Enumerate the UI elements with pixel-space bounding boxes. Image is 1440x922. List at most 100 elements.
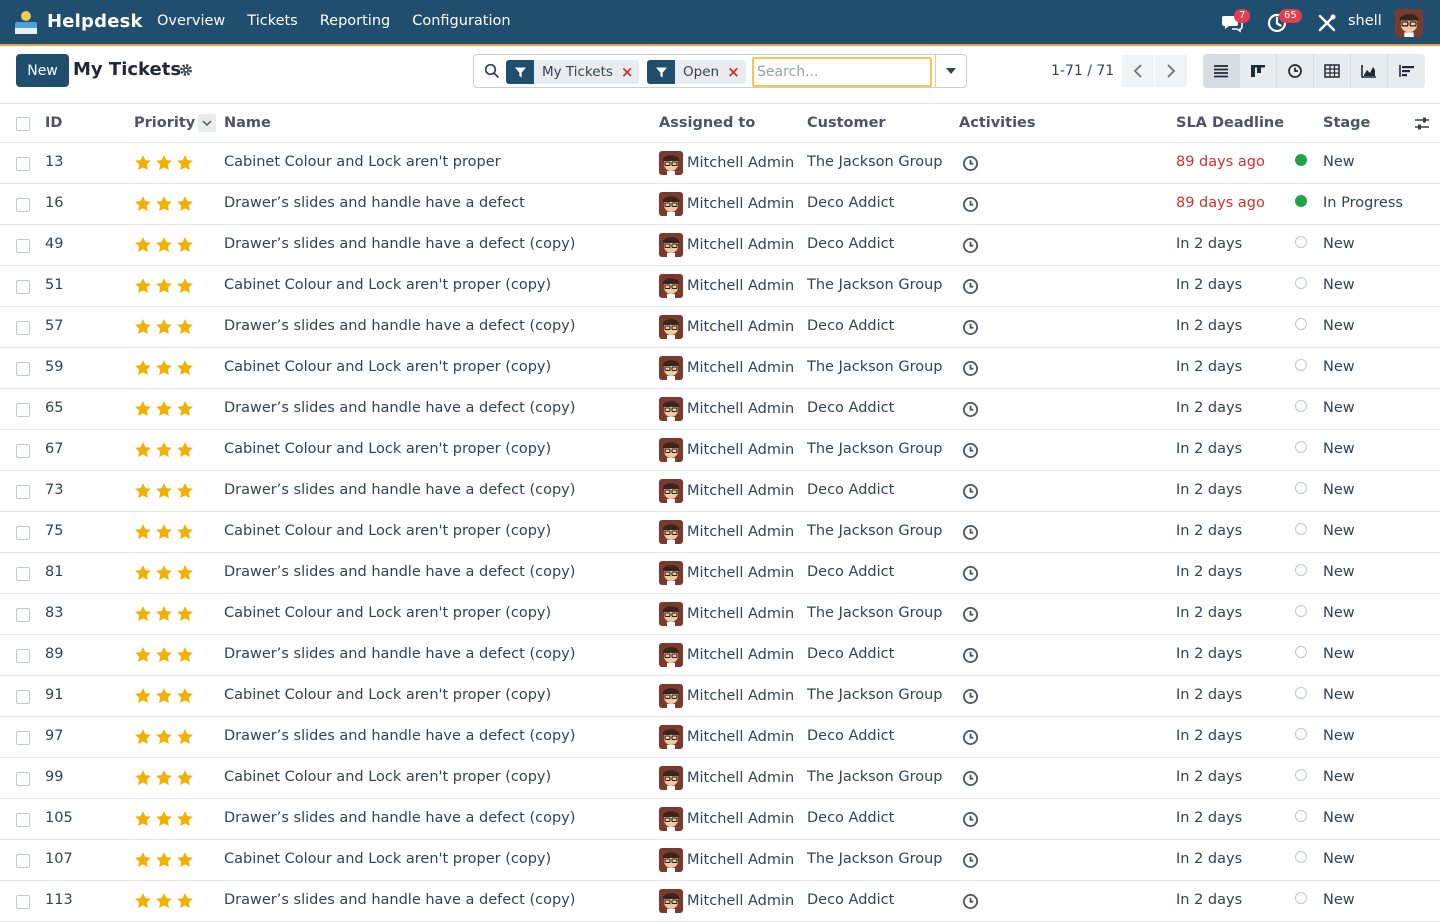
- menu-configuration[interactable]: Configuration: [412, 13, 510, 29]
- kanban-state-indicator[interactable]: [1295, 851, 1307, 863]
- column-name[interactable]: Name: [224, 115, 271, 131]
- row-checkbox[interactable]: [16, 198, 30, 212]
- kanban-state-indicator[interactable]: [1295, 605, 1307, 617]
- row-checkbox[interactable]: [16, 895, 30, 909]
- schedule-activity-clock-icon[interactable]: [962, 278, 979, 295]
- assigned-user[interactable]: Mitchell Admin: [659, 397, 794, 421]
- priority-star-icon[interactable]: [176, 441, 194, 459]
- priority-star-icon[interactable]: [155, 482, 173, 500]
- assigned-user[interactable]: Mitchell Admin: [659, 889, 794, 913]
- pager-value[interactable]: 1-71 / 71: [1051, 63, 1114, 79]
- schedule-activity-clock-icon[interactable]: [962, 524, 979, 541]
- schedule-activity-clock-icon[interactable]: [962, 852, 979, 869]
- assigned-user[interactable]: Mitchell Admin: [659, 807, 794, 831]
- column-priority[interactable]: Priority: [134, 115, 195, 131]
- priority-star-icon[interactable]: [155, 277, 173, 295]
- cohort-view-button[interactable]: [1388, 54, 1425, 88]
- kanban-state-indicator[interactable]: [1295, 564, 1307, 576]
- gear-icon[interactable]: [179, 63, 193, 77]
- priority-star-icon[interactable]: [134, 810, 152, 828]
- priority-star-icon[interactable]: [176, 400, 194, 418]
- table-row[interactable]: 59 Cabinet Colour and Lock aren't proper …: [0, 348, 1440, 389]
- helpdesk-app-icon[interactable]: [12, 9, 40, 37]
- table-row[interactable]: 67 Cabinet Colour and Lock aren't proper …: [0, 430, 1440, 471]
- search-icon[interactable]: [484, 63, 500, 79]
- schedule-activity-clock-icon[interactable]: [962, 606, 979, 623]
- table-row[interactable]: 97 Drawer’s slides and handle have a defe…: [0, 717, 1440, 758]
- kanban-state-indicator[interactable]: [1295, 646, 1307, 658]
- row-checkbox[interactable]: [16, 157, 30, 171]
- row-checkbox[interactable]: [16, 649, 30, 663]
- assigned-user[interactable]: Mitchell Admin: [659, 151, 794, 175]
- schedule-activity-clock-icon[interactable]: [962, 360, 979, 377]
- graph-view-button[interactable]: [1351, 54, 1388, 88]
- assigned-user[interactable]: Mitchell Admin: [659, 192, 794, 216]
- row-checkbox[interactable]: [16, 403, 30, 417]
- priority-star-icon[interactable]: [155, 400, 173, 418]
- schedule-activity-clock-icon[interactable]: [962, 155, 979, 172]
- pivot-view-button[interactable]: [1314, 54, 1351, 88]
- priority-star-icon[interactable]: [134, 441, 152, 459]
- table-row[interactable]: 75 Cabinet Colour and Lock aren't proper …: [0, 512, 1440, 553]
- priority-star-icon[interactable]: [134, 728, 152, 746]
- priority-star-icon[interactable]: [176, 523, 194, 541]
- schedule-activity-clock-icon[interactable]: [962, 893, 979, 910]
- priority-star-icon[interactable]: [155, 523, 173, 541]
- assigned-user[interactable]: Mitchell Admin: [659, 233, 794, 257]
- priority-star-icon[interactable]: [176, 482, 194, 500]
- table-row[interactable]: 91 Cabinet Colour and Lock aren't proper …: [0, 676, 1440, 717]
- table-row[interactable]: 107 Cabinet Colour and Lock aren't proper…: [0, 840, 1440, 881]
- table-row[interactable]: 113 Drawer’s slides and handle have a def…: [0, 881, 1440, 922]
- row-checkbox[interactable]: [16, 444, 30, 458]
- table-row[interactable]: 83 Cabinet Colour and Lock aren't proper …: [0, 594, 1440, 635]
- schedule-activity-clock-icon[interactable]: [962, 483, 979, 500]
- sort-toggle[interactable]: [198, 114, 216, 132]
- column-activities[interactable]: Activities: [959, 115, 1036, 131]
- priority-star-icon[interactable]: [176, 359, 194, 377]
- assigned-user[interactable]: Mitchell Admin: [659, 479, 794, 503]
- menu-reporting[interactable]: Reporting: [320, 13, 391, 29]
- priority-star-icon[interactable]: [176, 605, 194, 623]
- assigned-user[interactable]: Mitchell Admin: [659, 356, 794, 380]
- row-checkbox[interactable]: [16, 239, 30, 253]
- row-checkbox[interactable]: [16, 813, 30, 827]
- remove-facet-icon[interactable]: ×: [727, 60, 746, 84]
- priority-star-icon[interactable]: [134, 482, 152, 500]
- table-row[interactable]: 99 Cabinet Colour and Lock aren't proper …: [0, 758, 1440, 799]
- list-view-button[interactable]: [1203, 54, 1240, 88]
- priority-star-icon[interactable]: [155, 687, 173, 705]
- kanban-state-indicator[interactable]: [1295, 482, 1307, 494]
- kanban-state-indicator[interactable]: [1295, 236, 1307, 248]
- column-assigned-to[interactable]: Assigned to: [659, 115, 755, 131]
- row-checkbox[interactable]: [16, 526, 30, 540]
- assigned-user[interactable]: Mitchell Admin: [659, 684, 794, 708]
- assigned-user[interactable]: Mitchell Admin: [659, 438, 794, 462]
- row-checkbox[interactable]: [16, 485, 30, 499]
- assigned-user[interactable]: Mitchell Admin: [659, 520, 794, 544]
- row-checkbox[interactable]: [16, 731, 30, 745]
- priority-star-icon[interactable]: [176, 892, 194, 910]
- kanban-view-button[interactable]: [1240, 54, 1277, 88]
- menu-tickets[interactable]: Tickets: [247, 13, 297, 29]
- optional-columns-icon[interactable]: [1413, 115, 1431, 133]
- priority-star-icon[interactable]: [134, 359, 152, 377]
- schedule-activity-clock-icon[interactable]: [962, 196, 979, 213]
- priority-star-icon[interactable]: [176, 646, 194, 664]
- kanban-state-indicator[interactable]: [1295, 154, 1307, 166]
- kanban-state-indicator[interactable]: [1295, 400, 1307, 412]
- priority-star-icon[interactable]: [176, 277, 194, 295]
- menu-overview[interactable]: Overview: [157, 13, 225, 29]
- schedule-activity-clock-icon[interactable]: [962, 565, 979, 582]
- kanban-state-indicator[interactable]: [1295, 687, 1307, 699]
- table-row[interactable]: 105 Drawer’s slides and handle have a def…: [0, 799, 1440, 840]
- pager-next-button[interactable]: [1155, 55, 1187, 87]
- table-row[interactable]: 73 Drawer’s slides and handle have a defe…: [0, 471, 1440, 512]
- priority-star-icon[interactable]: [176, 318, 194, 336]
- row-checkbox[interactable]: [16, 772, 30, 786]
- table-row[interactable]: 57 Drawer’s slides and handle have a defe…: [0, 307, 1440, 348]
- kanban-state-indicator[interactable]: [1295, 441, 1307, 453]
- column-sla-deadline[interactable]: SLA Deadline: [1176, 115, 1284, 131]
- priority-star-icon[interactable]: [155, 605, 173, 623]
- priority-star-icon[interactable]: [134, 646, 152, 664]
- assigned-user[interactable]: Mitchell Admin: [659, 561, 794, 585]
